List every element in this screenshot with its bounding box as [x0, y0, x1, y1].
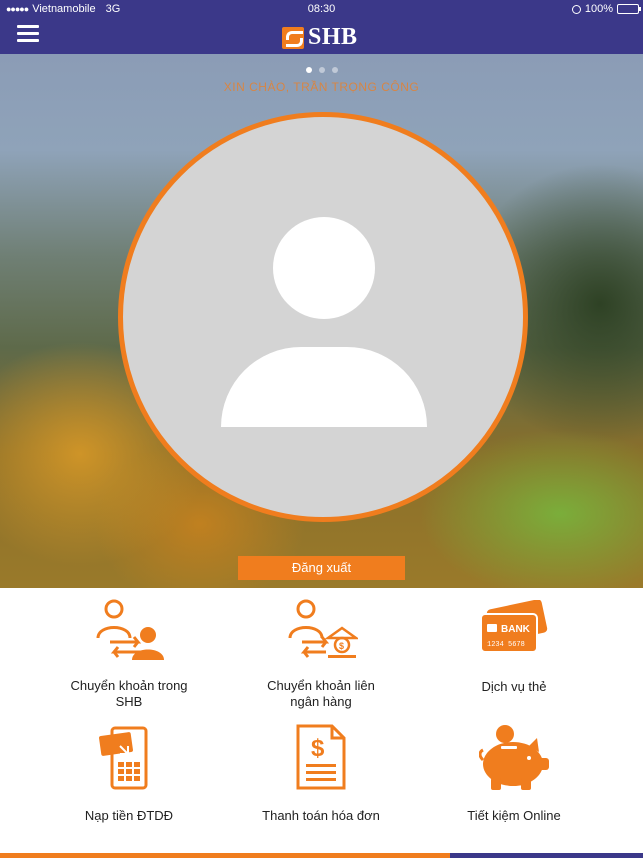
- service-mobile-topup[interactable]: Nạp tiền ĐTDĐ: [22, 724, 236, 824]
- svg-text:$: $: [339, 641, 344, 651]
- services-grid: Chuyển khoản trong SHB $ Chuyển khoản li…: [0, 588, 643, 853]
- page-dot[interactable]: [331, 67, 338, 73]
- service-card[interactable]: BANK 1234 5678 Dịch vụ thẻ: [407, 598, 621, 708]
- avatar-body-icon: [221, 347, 427, 427]
- avatar[interactable]: [118, 112, 528, 522]
- svg-text:$: $: [311, 735, 325, 762]
- page-dot[interactable]: [305, 67, 312, 73]
- label-line: ngân hàng: [290, 694, 352, 709]
- shb-logo: SHB: [282, 24, 358, 51]
- service-label: Chuyển khoản liên ngân hàng: [214, 678, 428, 710]
- transfer-interbank-icon: $: [288, 599, 358, 658]
- bottom-bar-accent: [450, 853, 643, 858]
- avatar-head-icon: [273, 217, 375, 319]
- brand-name: SHB: [308, 24, 358, 50]
- service-bill-payment[interactable]: $ Thanh toán hóa đơn: [214, 724, 428, 824]
- label-line: SHB: [115, 694, 143, 709]
- transfer-internal-icon: [96, 599, 164, 660]
- service-label: Thanh toán hóa đơn: [214, 808, 428, 824]
- label-line: Thanh toán hóa đơn: [262, 808, 380, 823]
- rotation-lock-icon: [571, 4, 581, 14]
- bill-payment-icon: $: [296, 724, 346, 790]
- service-transfer-interbank[interactable]: $ Chuyển khoản liên ngân hàng: [214, 598, 428, 710]
- label-line: Nạp tiền ĐTDĐ: [84, 808, 174, 823]
- label-line: Chuyển khoản trong: [70, 678, 188, 693]
- hamburger-icon[interactable]: [17, 25, 39, 42]
- hero-section: XIN CHÀO, TRẦN TRỌNG CÔNG Đăng xuất: [0, 54, 643, 588]
- service-label: Nạp tiền ĐTDĐ: [22, 808, 236, 824]
- page-dot[interactable]: [318, 67, 325, 73]
- label-line: Dịch vụ thẻ: [481, 679, 547, 694]
- battery-icon: [617, 4, 641, 14]
- piggy-bank-icon: [479, 725, 549, 790]
- label-line: Tiết kiệm Online: [467, 808, 561, 823]
- shb-logo-mark: [282, 26, 304, 49]
- card-number-text: 1234 5678: [487, 641, 525, 649]
- card-bank-text: BANK: [501, 624, 531, 635]
- service-transfer-internal[interactable]: Chuyển khoản trong SHB: [22, 598, 236, 710]
- bank-card-icon: BANK 1234 5678: [480, 600, 548, 653]
- status-time: 08:30: [307, 3, 336, 15]
- battery-percent: 100%: [584, 3, 613, 15]
- page-indicator[interactable]: [0, 67, 643, 73]
- service-online-savings[interactable]: Tiết kiệm Online: [407, 724, 621, 824]
- mobile-topup-icon: [99, 726, 148, 790]
- logout-button[interactable]: Đăng xuất: [238, 556, 405, 580]
- status-right: 100%: [571, 3, 641, 15]
- top-bar: ●●●●● Vietnamobile 3G 08:30 100% SHB: [0, 0, 643, 54]
- status-bar: ●●●●● Vietnamobile 3G 08:30 100%: [0, 0, 643, 18]
- greeting-text: XIN CHÀO, TRẦN TRỌNG CÔNG: [223, 80, 420, 94]
- bottom-bar: [0, 853, 643, 858]
- service-label: Tiết kiệm Online: [407, 808, 621, 824]
- service-label: Dịch vụ thẻ: [407, 679, 621, 695]
- label-line: Chuyển khoản liên: [267, 678, 375, 693]
- service-label: Chuyển khoản trong SHB: [22, 678, 236, 710]
